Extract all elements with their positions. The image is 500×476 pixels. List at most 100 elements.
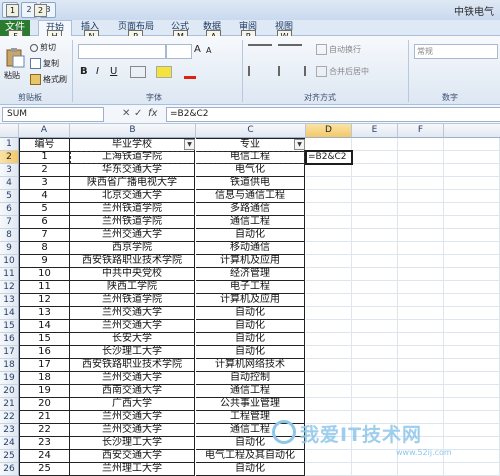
empty-cell[interactable] — [444, 346, 500, 359]
empty-cell[interactable] — [306, 450, 352, 463]
table-cell-c[interactable]: 自动化 — [196, 229, 305, 242]
empty-cell[interactable] — [398, 151, 444, 164]
filter-c-button[interactable]: ▼ — [294, 139, 305, 150]
empty-cell[interactable] — [306, 385, 352, 398]
table-cell-b[interactable]: 陕西工学院 — [70, 281, 195, 294]
table-cell-c[interactable]: 计算机及应用 — [196, 255, 305, 268]
row-header[interactable]: 24 — [0, 437, 19, 450]
empty-cell[interactable] — [398, 190, 444, 203]
copy-button[interactable]: 复制 — [30, 58, 59, 69]
insert-function-icon[interactable]: fx — [148, 108, 157, 119]
table-cell-a[interactable]: 21 — [19, 411, 70, 424]
font-name-dropdown[interactable] — [78, 44, 166, 59]
table-cell-a[interactable]: 24 — [19, 450, 70, 463]
empty-cell[interactable] — [352, 177, 398, 190]
table-cell-c[interactable]: 专业 — [196, 138, 305, 152]
empty-cell[interactable] — [352, 333, 398, 346]
formula-input[interactable]: =B2&C2 — [166, 107, 500, 122]
empty-cell[interactable] — [306, 333, 352, 346]
align-left-icon[interactable] — [248, 66, 274, 76]
align-middle-icon[interactable] — [278, 44, 302, 56]
empty-cell[interactable] — [444, 307, 500, 320]
empty-cell[interactable] — [444, 333, 500, 346]
table-cell-c[interactable]: 铁道供电 — [196, 177, 305, 190]
empty-cell[interactable] — [306, 164, 352, 177]
cancel-icon[interactable]: ✕ — [122, 108, 130, 119]
borders-icon[interactable] — [130, 66, 146, 78]
table-cell-b[interactable]: 毕业学校 — [70, 138, 195, 152]
table-cell-a[interactable]: 1 — [19, 151, 70, 164]
empty-cell[interactable] — [352, 307, 398, 320]
table-cell-b[interactable]: 兰州铁道学院 — [70, 294, 195, 307]
table-cell-a[interactable]: 13 — [19, 307, 70, 320]
empty-cell[interactable] — [398, 463, 444, 476]
row-header[interactable]: 21 — [0, 398, 19, 411]
empty-cell[interactable] — [444, 255, 500, 268]
table-cell-b[interactable]: 兰州交通大学 — [70, 372, 195, 385]
row-header[interactable]: 14 — [0, 307, 19, 320]
empty-cell[interactable] — [306, 359, 352, 372]
table-cell-c[interactable]: 自动控制 — [196, 372, 305, 385]
empty-cell[interactable] — [444, 164, 500, 177]
empty-cell[interactable] — [398, 372, 444, 385]
row-header[interactable]: 13 — [0, 294, 19, 307]
empty-cell[interactable] — [398, 294, 444, 307]
row-header[interactable]: 18 — [0, 359, 19, 372]
column-header-c[interactable]: C — [196, 124, 306, 138]
empty-cell[interactable] — [398, 229, 444, 242]
table-cell-a[interactable]: 15 — [19, 333, 70, 346]
empty-cell[interactable] — [444, 216, 500, 229]
table-cell-b[interactable]: 兰州交通大学 — [70, 307, 195, 320]
empty-cell[interactable] — [398, 333, 444, 346]
empty-cell[interactable] — [398, 177, 444, 190]
empty-cell[interactable] — [352, 385, 398, 398]
empty-cell[interactable] — [352, 229, 398, 242]
column-header-f[interactable]: F — [398, 124, 444, 138]
empty-cell[interactable] — [444, 385, 500, 398]
empty-cell[interactable] — [398, 281, 444, 294]
table-cell-c[interactable]: 电子工程 — [196, 281, 305, 294]
row-header[interactable]: 2 — [0, 151, 19, 164]
table-cell-a[interactable]: 4 — [19, 190, 70, 203]
empty-cell[interactable] — [444, 281, 500, 294]
row-header[interactable]: 16 — [0, 333, 19, 346]
empty-cell[interactable] — [352, 450, 398, 463]
table-cell-b[interactable]: 西安铁路职业技术学院 — [70, 359, 195, 372]
empty-cell[interactable] — [444, 229, 500, 242]
empty-cell[interactable] — [306, 281, 352, 294]
table-cell-a[interactable]: 14 — [19, 320, 70, 333]
empty-cell[interactable] — [398, 242, 444, 255]
empty-cell[interactable] — [306, 229, 352, 242]
empty-cell[interactable] — [352, 294, 398, 307]
empty-cell[interactable] — [444, 411, 500, 424]
table-cell-c[interactable]: 自动化 — [196, 346, 305, 359]
empty-cell[interactable] — [444, 190, 500, 203]
table-cell-c[interactable]: 自动化 — [196, 320, 305, 333]
table-cell-c[interactable]: 自动化 — [196, 307, 305, 320]
empty-cell[interactable] — [306, 320, 352, 333]
column-header-e[interactable]: E — [352, 124, 398, 138]
active-cell-d2[interactable]: =B2&C2 — [305, 150, 353, 165]
table-cell-a[interactable]: 22 — [19, 424, 70, 437]
table-cell-b[interactable]: 兰州交通大学 — [70, 424, 195, 437]
table-cell-a[interactable]: 17 — [19, 359, 70, 372]
paste-button[interactable]: 粘贴 — [4, 70, 20, 81]
empty-cell[interactable] — [444, 359, 500, 372]
table-cell-b[interactable]: 西安铁路职业技术学院 — [70, 255, 195, 268]
empty-cell[interactable] — [352, 242, 398, 255]
empty-cell[interactable] — [352, 281, 398, 294]
empty-cell[interactable] — [352, 151, 398, 164]
align-top-icon[interactable] — [248, 44, 272, 56]
table-cell-a[interactable]: 18 — [19, 372, 70, 385]
table-cell-b[interactable]: 长沙理工大学 — [70, 437, 195, 450]
empty-cell[interactable] — [398, 398, 444, 411]
empty-cell[interactable] — [352, 268, 398, 281]
empty-cell[interactable] — [398, 138, 444, 151]
empty-cell[interactable] — [444, 151, 500, 164]
table-cell-a[interactable]: 12 — [19, 294, 70, 307]
row-header[interactable]: 7 — [0, 216, 19, 229]
empty-cell[interactable] — [352, 190, 398, 203]
row-header[interactable]: 9 — [0, 242, 19, 255]
empty-cell[interactable] — [444, 437, 500, 450]
table-cell-a[interactable]: 25 — [19, 463, 70, 476]
